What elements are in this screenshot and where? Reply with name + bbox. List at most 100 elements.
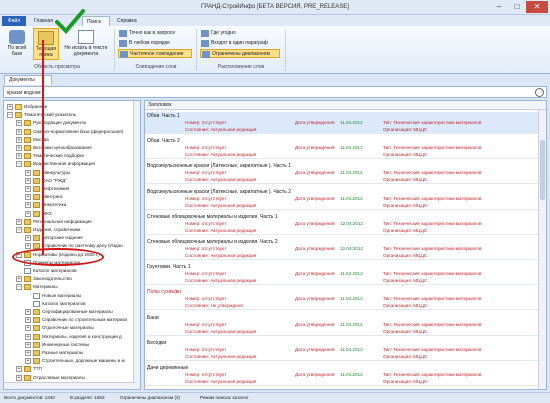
expand-icon[interactable]: + — [16, 276, 22, 283]
result-item[interactable]: Бани Номер: отсутствует Состояние: Актуаль… — [145, 314, 540, 336]
tree-item[interactable]: Каталог материалов — [4, 300, 134, 308]
expand-icon[interactable]: + — [16, 374, 22, 381]
expand-icon[interactable]: + — [7, 104, 13, 110]
expand-icon[interactable]: + — [25, 341, 31, 348]
result-item[interactable]: Стеновые облицовочные материалы и издели… — [145, 238, 540, 260]
tree-item[interactable]: + Материалы, изделия и конструкции д — [4, 333, 134, 341]
expand-icon[interactable]: + — [25, 243, 31, 250]
tree-item[interactable]: + Руководящие документы — [4, 119, 134, 127]
expand-icon[interactable]: + — [16, 218, 22, 225]
tab-main[interactable]: Главная — [30, 16, 57, 26]
tree-vertical-scrollbar[interactable] — [133, 101, 140, 389]
tree-item[interactable]: + Инженерные системы — [4, 341, 134, 349]
expand-icon[interactable]: + — [25, 210, 31, 217]
results-scrollbar[interactable] — [538, 110, 546, 389]
documents-tab[interactable]: Документы — [4, 75, 52, 85]
any-order-option[interactable]: В любом порядке — [118, 39, 190, 48]
result-title: Грунтовки. Часть 1 — [147, 264, 191, 271]
tree-item[interactable]: + Энергетика — [4, 201, 134, 209]
expand-icon[interactable]: + — [16, 128, 22, 135]
tree-item[interactable]: + ОАО "РЖД" — [4, 177, 134, 185]
maximize-button[interactable]: □ — [508, 1, 526, 13]
tree-item-label: Издания, справочники — [33, 227, 81, 232]
tree-item[interactable]: + Вестники ценообразования — [4, 144, 134, 152]
tree-item[interactable]: + Строительные, дорожные машины и м — [4, 357, 134, 365]
expand-icon[interactable]: + — [16, 136, 22, 143]
tree-item[interactable]: + Законодательство — [4, 275, 134, 283]
expand-icon[interactable]: + — [25, 333, 31, 340]
tree-item[interactable]: Каталог материалов — [4, 267, 134, 275]
tree-item[interactable]: + Справочник по строительным материал — [4, 316, 134, 324]
anywhere-option[interactable]: Где угодно — [200, 29, 280, 38]
expand-icon[interactable]: + — [25, 309, 31, 315]
result-item[interactable]: Дачи деревянные Номер: отсутствует Состоян… — [145, 364, 540, 386]
minimize-button[interactable]: – — [490, 1, 508, 13]
result-item[interactable]: Полы сухие/вн Номер: отсутствует Состояние… — [145, 288, 540, 311]
result-item[interactable]: Водоэмульсионные краски (Латексные, акри… — [145, 162, 540, 185]
expand-icon[interactable]: + — [25, 194, 31, 201]
expand-icon[interactable]: + — [16, 120, 22, 127]
expand-icon[interactable]: + — [16, 145, 22, 151]
tree-item[interactable]: + Нефтехимия — [4, 185, 134, 193]
result-item[interactable]: Обои. Часть 1 Номер: отсутствует Состояние… — [145, 112, 540, 134]
search-bar[interactable]: краски водоэм — [3, 86, 547, 98]
exact-match-option[interactable]: Точно как в запросе — [118, 29, 190, 38]
expand-icon[interactable]: + — [25, 169, 31, 176]
tree-item[interactable]: + Сметно-нормативная база (федеральная) — [4, 128, 134, 136]
tree-item[interactable]: + Региональная информация — [4, 218, 134, 226]
tab-help[interactable]: Справка — [113, 16, 141, 26]
tree-item[interactable]: – Ведомственная информация — [4, 160, 134, 168]
result-item[interactable]: Грунтовки. Часть 1 Номер: отсутствует Сост… — [145, 263, 540, 286]
tree-item-label: Строительные, дорожные машины и м — [42, 358, 125, 364]
result-item[interactable]: Водоэмульсионные краски (Латексные, акри… — [145, 188, 540, 210]
tree-item[interactable]: – Материалы — [4, 283, 134, 291]
collapse-icon[interactable]: – — [7, 112, 13, 119]
expand-icon[interactable]: + — [25, 186, 31, 192]
tree-item[interactable]: + Тематические подборки — [4, 152, 134, 160]
tree-item[interactable]: + Авторские издания — [4, 234, 134, 242]
expand-icon[interactable]: + — [16, 153, 22, 160]
tree-item[interactable]: – Издания, справочники — [4, 226, 134, 234]
tree-item[interactable]: Новые материалы — [4, 292, 134, 300]
partial-match-option[interactable]: Частичное совпадение — [118, 49, 192, 58]
tree-item[interactable]: + ЖКХ — [4, 210, 134, 218]
expand-icon[interactable]: + — [25, 350, 31, 356]
anywhere-label: Где угодно — [211, 30, 236, 36]
one-paragraph-option[interactable]: Входят в один параграф — [200, 39, 280, 48]
tree-item[interactable]: + Минтранс — [4, 193, 134, 201]
result-item[interactable]: Обои. Часть 2 Номер: отсутствует Состояние… — [145, 137, 540, 160]
tree-item[interactable]: + Сертифицированные материалы — [4, 308, 134, 316]
expand-icon[interactable]: + — [16, 366, 22, 373]
tab-search[interactable]: Поиск — [82, 16, 110, 26]
expand-icon[interactable]: + — [25, 177, 31, 184]
expand-icon[interactable]: + — [25, 358, 31, 365]
paragraph-icon — [201, 40, 209, 47]
collapse-icon[interactable]: – — [16, 284, 22, 291]
results-scroll-thumb[interactable] — [540, 140, 545, 200]
close-button[interactable]: ✕ — [526, 1, 548, 13]
tree-item[interactable]: + Отраслевые материалы — [4, 374, 134, 382]
collapse-icon[interactable]: – — [16, 227, 22, 233]
tree-item[interactable]: + ТТП — [4, 365, 134, 373]
result-item[interactable]: Стеновые облицовочные материалы и издели… — [145, 213, 540, 235]
tree-item[interactable]: + Отделочные материалы — [4, 324, 134, 332]
tree-item[interactable]: + Избранное — [4, 103, 134, 111]
tree-item[interactable]: – Тематический указатель — [4, 111, 134, 119]
collapse-icon[interactable]: – — [16, 161, 22, 168]
result-type: Тип: Технические характеристики материал… — [383, 220, 482, 226]
tree-horizontal-scrollbar[interactable] — [4, 382, 135, 389]
expand-icon[interactable]: + — [25, 235, 31, 242]
all-base-button[interactable]: По всей базе — [3, 28, 31, 60]
expand-icon[interactable]: + — [25, 325, 31, 332]
limit-range-option[interactable]: Ограничены диапазоном — [200, 49, 280, 58]
tab-file[interactable]: Файл — [2, 16, 26, 26]
result-item[interactable]: Беседки Номер: отсутствует Состояние: Акту… — [145, 339, 540, 361]
expand-icon[interactable]: + — [25, 202, 31, 209]
search-input[interactable]: краски водоэм — [7, 90, 41, 96]
search-icon[interactable] — [535, 88, 544, 97]
expand-icon[interactable]: + — [25, 317, 31, 324]
document-icon — [33, 292, 40, 299]
tree-item[interactable]: + Минкультуры — [4, 169, 134, 177]
tree-item[interactable]: + Москва — [4, 136, 134, 144]
tree-item[interactable]: + Разные материалы — [4, 349, 134, 357]
